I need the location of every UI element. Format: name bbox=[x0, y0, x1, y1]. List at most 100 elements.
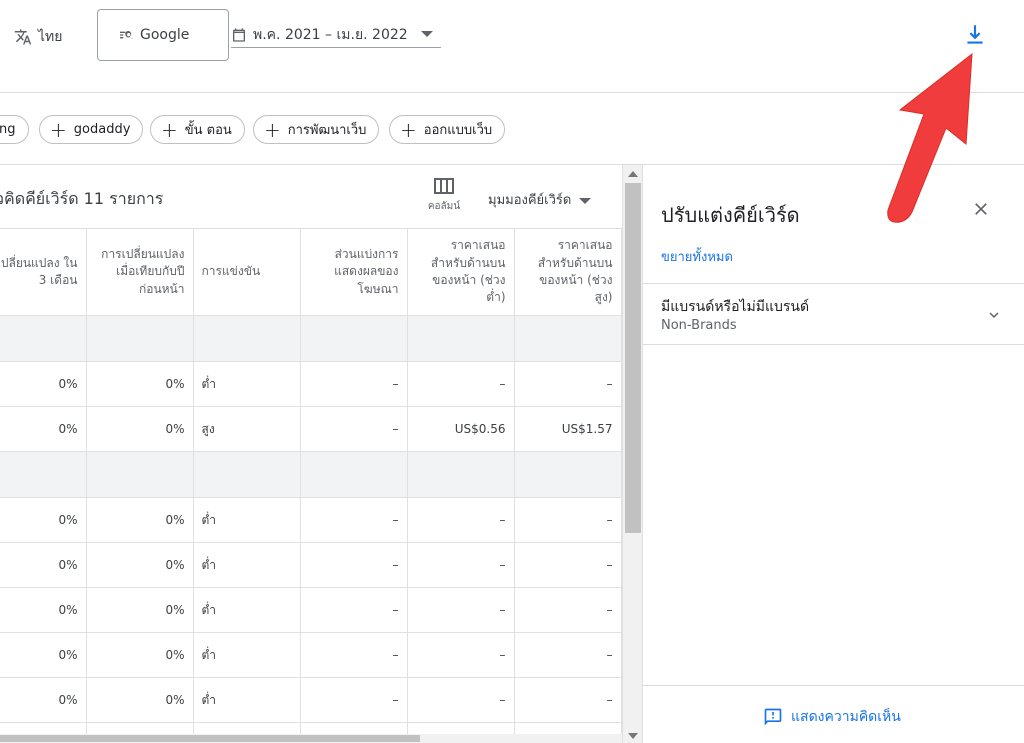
cell-three-month: 0% bbox=[0, 587, 87, 633]
chip-label: ออกแบบเว็บ bbox=[423, 123, 493, 138]
header-impression-share[interactable]: ส่วนแบ่งการ แสดงผลของ โฆษณา bbox=[300, 228, 408, 316]
table-row[interactable]: 0% 0% ต่ำ – – – bbox=[0, 361, 622, 407]
table-row[interactable]: 0% 0% สูง – US$0.56 US$1.57 bbox=[0, 406, 622, 452]
keyword-chip[interactable]: + การพัฒนาเว็บ bbox=[253, 115, 380, 144]
header-yoy-change[interactable]: การเปลี่ยนแปลง เมื่อเทียบกับปี ก่อนหน้า bbox=[86, 228, 194, 316]
chip-label: godaddy bbox=[73, 122, 131, 137]
cell-bid-low: – bbox=[407, 497, 515, 543]
cell-bid-low: – bbox=[407, 542, 515, 588]
cell-impression-share: – bbox=[300, 406, 408, 452]
keyword-chip[interactable]: + ขั้น ตอน bbox=[150, 115, 245, 144]
vertical-scrollbar[interactable] bbox=[622, 165, 642, 743]
cell-bid-low: – bbox=[407, 587, 515, 633]
cell-competition: ต่ำ bbox=[193, 361, 301, 407]
section-value: Non-Brands bbox=[661, 318, 737, 333]
plus-icon: + bbox=[50, 117, 67, 142]
keyword-view-dropdown[interactable]: มุมมองคีย์เวิร์ด bbox=[488, 189, 592, 210]
search-network-icon bbox=[120, 30, 133, 39]
feedback-label: แสดงความคิดเห็น bbox=[791, 709, 901, 725]
table-header-bar: วคิดคีย์เวิร์ด 11 รายการ คอลัมน์ มุมมองค… bbox=[0, 165, 622, 229]
table-row[interactable]: 0% 0% ต่ำ – – – bbox=[0, 587, 622, 633]
cell-impression-share: – bbox=[300, 632, 408, 678]
header-bid-low[interactable]: ราคาเสนอ สำหรับด้านบน ของหน้า (ช่วง ต่ำ) bbox=[407, 228, 515, 316]
cell-competition: สูง bbox=[193, 406, 301, 452]
download-icon[interactable] bbox=[962, 22, 988, 48]
cell-bid-high: – bbox=[514, 632, 622, 678]
plus-icon: + bbox=[264, 117, 281, 142]
cell-bid-high: – bbox=[514, 542, 622, 588]
scrollbar-thumb[interactable] bbox=[625, 183, 641, 533]
cell-yoy: 0% bbox=[86, 497, 194, 543]
horizontal-scrollbar[interactable] bbox=[0, 734, 622, 743]
cell-impression-share: – bbox=[300, 497, 408, 543]
chip-label: ng bbox=[0, 122, 16, 137]
calendar-icon bbox=[233, 27, 245, 42]
cell-bid-low: – bbox=[407, 677, 515, 723]
table-row[interactable]: 0% 0% ต่ำ – – – bbox=[0, 497, 622, 543]
table-header-row: การเปลี่ยนแปลง ใน 3 เดือน การเปลี่ยนแปลง… bbox=[0, 228, 622, 316]
keyword-chip[interactable]: ng bbox=[0, 115, 29, 144]
keyword-refine-chips: ng + godaddy + ขั้น ตอน + การพัฒนาเว็บ + ออก… bbox=[0, 93, 1024, 165]
header-three-month-change[interactable]: การเปลี่ยนแปลง ใน 3 เดือน bbox=[0, 228, 87, 316]
cell-bid-high: – bbox=[514, 677, 622, 723]
cell-bid-high: US$1.57 bbox=[514, 406, 622, 452]
scroll-down-icon[interactable] bbox=[628, 733, 638, 739]
chevron-down-icon[interactable] bbox=[985, 306, 1003, 324]
chevron-down-icon bbox=[579, 197, 592, 204]
expand-all-link[interactable]: ขยายทั้งหมด bbox=[661, 246, 733, 267]
scrollbar-thumb[interactable] bbox=[0, 735, 420, 742]
feedback-button[interactable]: แสดงความคิดเห็น bbox=[763, 706, 901, 728]
keyword-chip[interactable]: + ออกแบบเว็บ bbox=[389, 115, 506, 144]
keyword-table-pane: วคิดคีย์เวิร์ด 11 รายการ คอลัมน์ มุมมองค… bbox=[0, 165, 642, 743]
feedback-icon bbox=[764, 708, 782, 726]
red-arrow-annotation bbox=[887, 52, 973, 223]
cell-three-month: 0% bbox=[0, 361, 87, 407]
cell-competition: ต่ำ bbox=[193, 677, 301, 723]
cell-bid-high: – bbox=[514, 587, 622, 633]
view-label: มุมมองคีย์เวิร์ด bbox=[488, 193, 572, 208]
keyword-chip[interactable]: + godaddy bbox=[39, 115, 144, 144]
cell-three-month: 0% bbox=[0, 632, 87, 678]
table-row[interactable]: 0% 0% ต่ำ – – – bbox=[0, 632, 622, 678]
table-row[interactable]: 0% 0% ต่ำ – – – bbox=[0, 677, 622, 723]
brand-filter-section[interactable]: มีแบรนด์หรือไม่มีแบรนด์ Non-Brands bbox=[643, 283, 1024, 345]
table-row[interactable]: 0% 0% ต่ำ – – – bbox=[0, 542, 622, 588]
section-heading: มีแบรนด์หรือไม่มีแบรนด์ bbox=[661, 299, 810, 315]
header-competition[interactable]: การแข่งขัน bbox=[193, 228, 301, 316]
network-label: Google bbox=[140, 27, 190, 43]
refine-keywords-panel: ปรับแต่งคีย์เวิร์ด ขยายทั้งหมด มีแบรนด์ห… bbox=[642, 165, 1024, 743]
chip-label: การพัฒนาเว็บ bbox=[287, 123, 367, 138]
cell-yoy: 0% bbox=[86, 361, 194, 407]
cell-yoy: 0% bbox=[86, 587, 194, 633]
cell-three-month: 0% bbox=[0, 497, 87, 543]
cell-competition: ต่ำ bbox=[193, 632, 301, 678]
date-range-selector[interactable]: พ.ค. 2021 – เม.ย. 2022 bbox=[231, 22, 441, 48]
chip-label: ขั้น ตอน bbox=[184, 123, 232, 138]
cell-yoy: 0% bbox=[86, 632, 194, 678]
cell-bid-low: – bbox=[407, 632, 515, 678]
panel-footer: แสดงความคิดเห็น bbox=[643, 685, 1024, 743]
cell-three-month: 0% bbox=[0, 542, 87, 588]
language-label: ไทย bbox=[38, 29, 63, 45]
plus-icon: + bbox=[161, 117, 178, 142]
scroll-up-icon[interactable] bbox=[628, 171, 638, 177]
chevron-down-icon bbox=[421, 31, 433, 37]
cell-bid-low: – bbox=[407, 361, 515, 407]
panel-title: ปรับแต่งคีย์เวิร์ด bbox=[661, 203, 800, 227]
keyword-table: การเปลี่ยนแปลง ใน 3 เดือน การเปลี่ยนแปลง… bbox=[0, 228, 622, 743]
cell-bid-low: US$0.56 bbox=[407, 406, 515, 452]
columns-button[interactable]: คอลัมน์ bbox=[422, 177, 466, 214]
top-toolbar: ไทย Google พ.ค. 2021 – เม.ย. 2022 bbox=[0, 0, 1024, 93]
language-selector[interactable]: ไทย bbox=[14, 26, 62, 48]
group-row bbox=[0, 315, 622, 362]
cell-yoy: 0% bbox=[86, 677, 194, 723]
cell-three-month: 0% bbox=[0, 677, 87, 723]
cell-impression-share: – bbox=[300, 361, 408, 407]
cell-competition: ต่ำ bbox=[193, 542, 301, 588]
cell-yoy: 0% bbox=[86, 542, 194, 588]
search-network-button[interactable]: Google bbox=[97, 9, 229, 61]
header-bid-high[interactable]: ราคาเสนอ สำหรับด้านบน ของหน้า (ช่วง สูง) bbox=[514, 228, 622, 316]
cell-three-month: 0% bbox=[0, 406, 87, 452]
cell-competition: ต่ำ bbox=[193, 587, 301, 633]
date-range-label: พ.ค. 2021 – เม.ย. 2022 bbox=[253, 26, 408, 43]
